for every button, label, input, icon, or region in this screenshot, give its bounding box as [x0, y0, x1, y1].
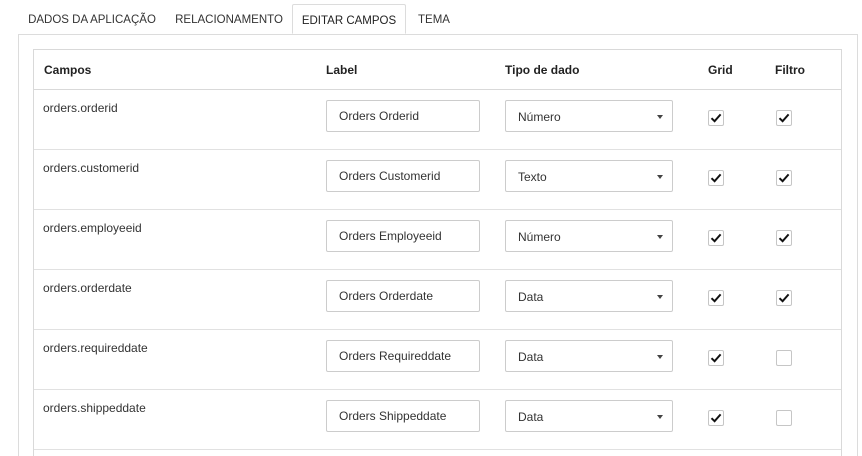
chevron-down-icon: [657, 295, 663, 299]
check-icon: [710, 413, 722, 423]
data-type-value: Número: [518, 230, 561, 244]
chevron-down-icon: [657, 415, 663, 419]
check-icon: [778, 233, 790, 243]
grid-checkbox[interactable]: [708, 110, 724, 126]
data-type-select[interactable]: Data: [505, 340, 673, 372]
header-campos: Campos: [44, 63, 92, 77]
label-input[interactable]: [326, 160, 480, 192]
filter-checkbox[interactable]: [776, 230, 792, 246]
check-icon: [710, 233, 722, 243]
table-row: orders.orderid Número: [34, 90, 841, 150]
data-type-value: Texto: [518, 170, 547, 184]
filter-checkbox[interactable]: [776, 110, 792, 126]
filter-checkbox[interactable]: [776, 290, 792, 306]
table-row: orders.customerid Texto: [34, 150, 841, 210]
tab-dados-da-aplicacao[interactable]: DADOS DA APLICAÇÃO: [20, 4, 164, 34]
table-row: orders.requireddate Data: [34, 330, 841, 390]
table-row: orders.orderdate Data: [34, 270, 841, 330]
field-name: orders.requireddate: [43, 341, 148, 355]
data-type-value: Número: [518, 110, 561, 124]
data-type-select[interactable]: Texto: [505, 160, 673, 192]
chevron-down-icon: [657, 235, 663, 239]
check-icon: [710, 113, 722, 123]
header-grid: Grid: [708, 63, 733, 77]
grid-checkbox[interactable]: [708, 290, 724, 306]
tab-relacionamento[interactable]: RELACIONAMENTO: [166, 4, 292, 34]
grid-checkbox[interactable]: [708, 350, 724, 366]
header-tipo-de-dado: Tipo de dado: [505, 63, 580, 77]
filter-checkbox[interactable]: [776, 410, 792, 426]
table-row: orders.employeeid Número: [34, 210, 841, 270]
check-icon: [710, 353, 722, 363]
label-input[interactable]: [326, 100, 480, 132]
field-name: orders.customerid: [43, 161, 140, 175]
label-input[interactable]: [326, 220, 480, 252]
tab-bar: DADOS DA APLICAÇÃO RELACIONAMENTO EDITAR…: [0, 0, 862, 34]
data-type-value: Data: [518, 290, 544, 304]
filter-checkbox[interactable]: [776, 350, 792, 366]
grid-checkbox[interactable]: [708, 170, 724, 186]
chevron-down-icon: [657, 175, 663, 179]
data-type-value: Data: [518, 350, 544, 364]
chevron-down-icon: [657, 115, 663, 119]
data-type-value: Data: [518, 410, 544, 424]
header-label: Label: [326, 63, 358, 77]
field-name: orders.orderid: [43, 101, 118, 115]
data-type-select[interactable]: Data: [505, 280, 673, 312]
grid-checkbox[interactable]: [708, 410, 724, 426]
check-icon: [778, 293, 790, 303]
data-type-select[interactable]: Número: [505, 220, 673, 252]
field-name: orders.shippeddate: [43, 401, 146, 415]
tab-editar-campos[interactable]: EDITAR CAMPOS: [292, 4, 406, 34]
check-icon: [710, 173, 722, 183]
label-input[interactable]: [326, 280, 480, 312]
chevron-down-icon: [657, 355, 663, 359]
field-name: orders.orderdate: [43, 281, 132, 295]
check-icon: [778, 113, 790, 123]
table-row: orders.shippeddate Data: [34, 390, 841, 450]
header-filtro: Filtro: [775, 63, 805, 77]
grid-checkbox[interactable]: [708, 230, 724, 246]
field-name: orders.employeeid: [43, 221, 142, 235]
check-icon: [710, 293, 722, 303]
filter-checkbox[interactable]: [776, 170, 792, 186]
table-header: Campos Label Tipo de dado Grid Filtro: [34, 50, 841, 90]
data-type-select[interactable]: Número: [505, 100, 673, 132]
check-icon: [778, 173, 790, 183]
label-input[interactable]: [326, 340, 480, 372]
fields-table: Campos Label Tipo de dado Grid Filtro or…: [33, 49, 842, 456]
label-input[interactable]: [326, 400, 480, 432]
data-type-select[interactable]: Data: [505, 400, 673, 432]
tab-tema[interactable]: TEMA: [408, 4, 460, 34]
